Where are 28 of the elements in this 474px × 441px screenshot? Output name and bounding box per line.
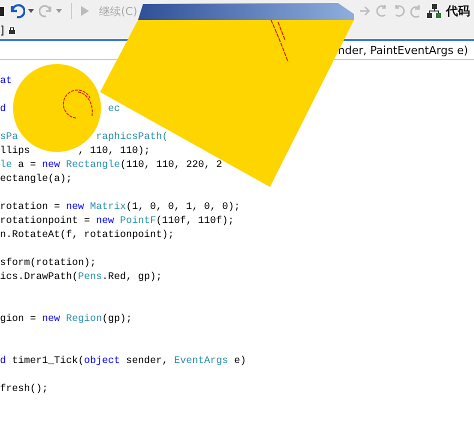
code-line: rotation = new Matrix(1, 0, 0, 1, 0, 0); bbox=[0, 201, 240, 215]
step-icon[interactable] bbox=[393, 4, 405, 18]
step-icon[interactable] bbox=[376, 4, 388, 18]
document-tab[interactable]: ] bbox=[0, 24, 4, 37]
lock-icon bbox=[9, 27, 16, 34]
step-icon[interactable] bbox=[410, 4, 422, 18]
arrow-icon[interactable] bbox=[359, 5, 371, 17]
code-line: rotationpoint = new PointF(110f, 110f); bbox=[0, 215, 234, 229]
code-line: n.RotateAt(f, rotationpoint); bbox=[0, 229, 174, 243]
code-line: sPa raphicsPath( bbox=[0, 131, 168, 145]
play-icon bbox=[81, 6, 89, 16]
code-line: d ec bbox=[0, 103, 120, 117]
code-line: llips , 110, 110); bbox=[0, 145, 150, 159]
code-line: at bbox=[0, 75, 12, 89]
code-line: d timer1_Tick(object sender, EventArgs e) bbox=[0, 355, 246, 369]
code-line: gion = new Region(gp); bbox=[0, 313, 132, 327]
code-line: sform(rotation); bbox=[0, 257, 96, 271]
code-line: fresh(); bbox=[0, 383, 48, 397]
toolbar-icon[interactable] bbox=[0, 6, 4, 16]
code-line: ics.DrawPath(Pens.Red, gp); bbox=[0, 271, 162, 285]
hierarchy-icon[interactable] bbox=[427, 4, 441, 18]
toolbar-label[interactable]: 代码 bbox=[446, 2, 470, 20]
caret-icon[interactable] bbox=[28, 9, 34, 13]
undo-icon[interactable] bbox=[9, 3, 25, 19]
redo-icon[interactable] bbox=[39, 4, 53, 18]
member-dropdown[interactable]: nder, PaintEventArgs e) bbox=[338, 44, 468, 56]
code-line: ectangle(a); bbox=[0, 173, 72, 187]
code-line: le a = new Rectangle(110, 110, 220, 2 bbox=[0, 159, 222, 173]
